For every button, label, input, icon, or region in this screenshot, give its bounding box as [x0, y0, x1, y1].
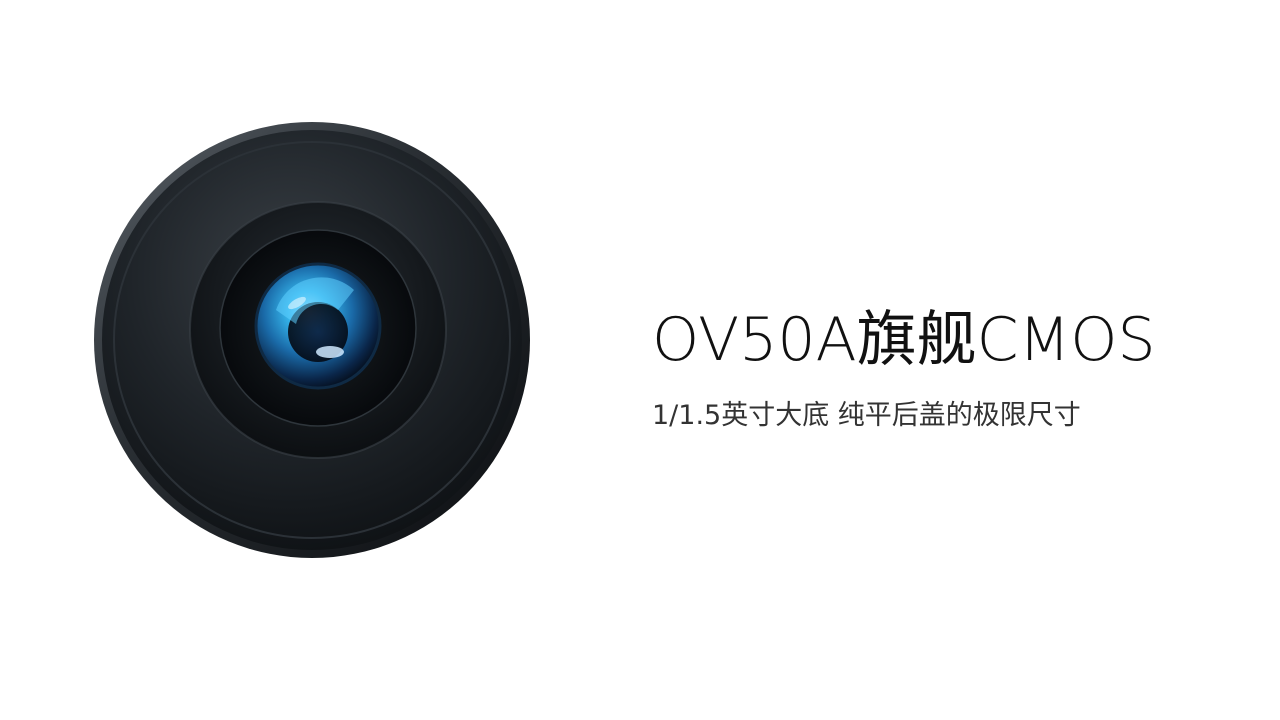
camera-lens-icon [94, 122, 530, 558]
subline: 1/1.5英寸大底 纯平后盖的极限尺寸 [652, 400, 1081, 431]
text-block: OV50A旗舰CMOS 1/1.5英寸大底 纯平后盖的极限尺寸 [652, 298, 1252, 436]
headline: OV50A旗舰CMOS [652, 305, 1156, 375]
camera-lens-image [92, 120, 532, 560]
